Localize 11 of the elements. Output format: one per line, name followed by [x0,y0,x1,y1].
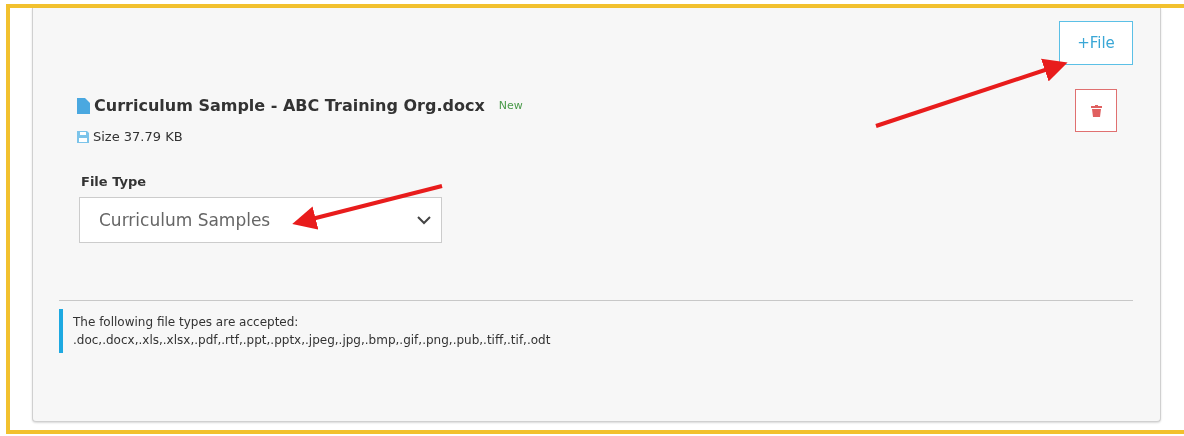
file-type-label: File Type [81,174,148,189]
file-type-dropdown[interactable]: Curriculum Samples [79,197,442,243]
note-title: The following file types are accepted: [73,315,300,329]
delete-button[interactable] [1075,89,1117,132]
file-size: Size 37.79 KB [93,129,183,144]
trash-icon [1090,104,1102,117]
file-type-list: .doc,.docx,.xls,.xlsx,.pdf,.rtf,.ppt,.pptx,.jpeg,.jpg,.bmp,.gif,.png,.pub,.tiff,.tif,.odt [73,333,1123,347]
document-icon [77,97,90,114]
new-label: New [498,99,523,112]
chevron-down-icon [417,215,431,225]
file-name: Curriculum Sample - ABC Training Org.docx [94,96,485,115]
